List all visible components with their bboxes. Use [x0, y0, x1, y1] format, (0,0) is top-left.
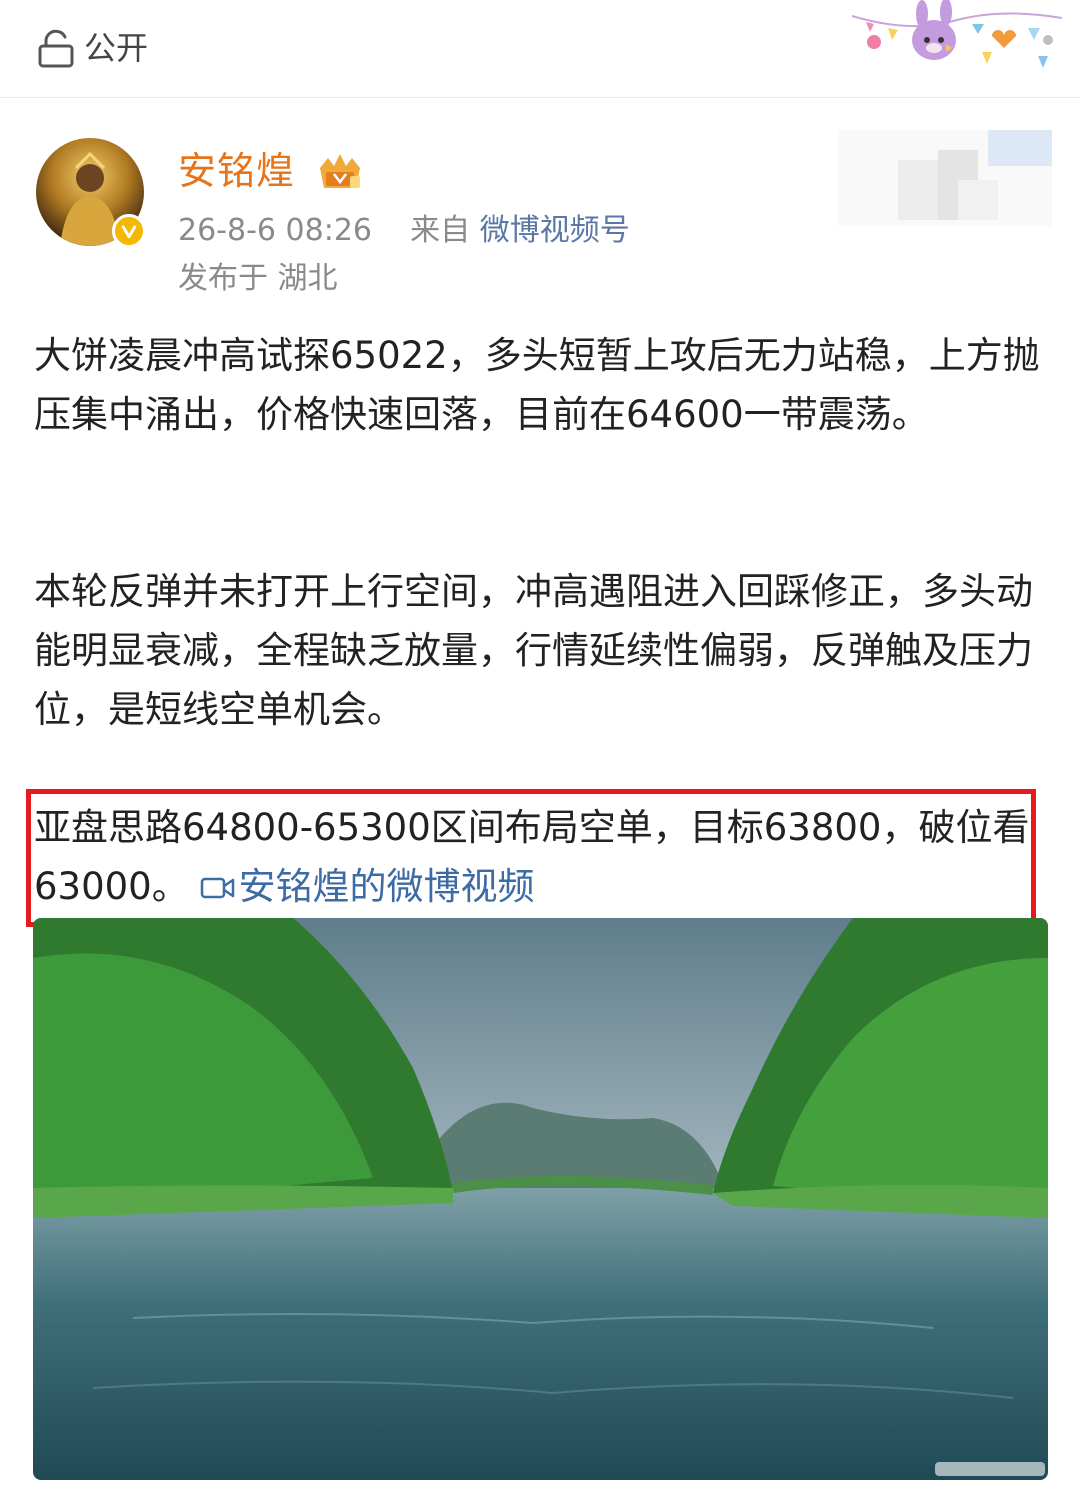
- post-timestamp: 26-8-6 08:26: [178, 213, 372, 248]
- verified-badge-icon: [112, 214, 146, 248]
- blurred-region: [838, 130, 1052, 226]
- post-meta: 26-8-6 08:26 来自 微博视频号: [178, 210, 630, 252]
- post-paragraph-2: 本轮反弹并未打开上行空间，冲高遇阻进入回踩修正，多头动能明显衰减，全程缺乏放量，…: [34, 570, 1033, 731]
- watermark-icon: [935, 1462, 1045, 1476]
- post-paragraph-1: 大饼凌晨冲高试探65022，多头短暂上攻后无力站稳，上方抛压集中涌出，价格快速回…: [34, 334, 1040, 436]
- bunny-decoration-icon: [852, 0, 1062, 68]
- lock-icon: [38, 29, 74, 68]
- post-location: 发布于 湖北: [178, 261, 338, 296]
- source-prefix: 来自: [410, 213, 471, 248]
- vip-crown-icon: [320, 154, 360, 188]
- post-source-link[interactable]: 微博视频号: [480, 213, 630, 248]
- privacy-label[interactable]: 公开: [84, 28, 148, 68]
- highlight-box: [26, 789, 1036, 927]
- post-image[interactable]: [33, 918, 1048, 1480]
- avatar[interactable]: [36, 138, 146, 248]
- top-bar: 公开: [0, 0, 1080, 98]
- username[interactable]: 安铭煌: [178, 146, 295, 196]
